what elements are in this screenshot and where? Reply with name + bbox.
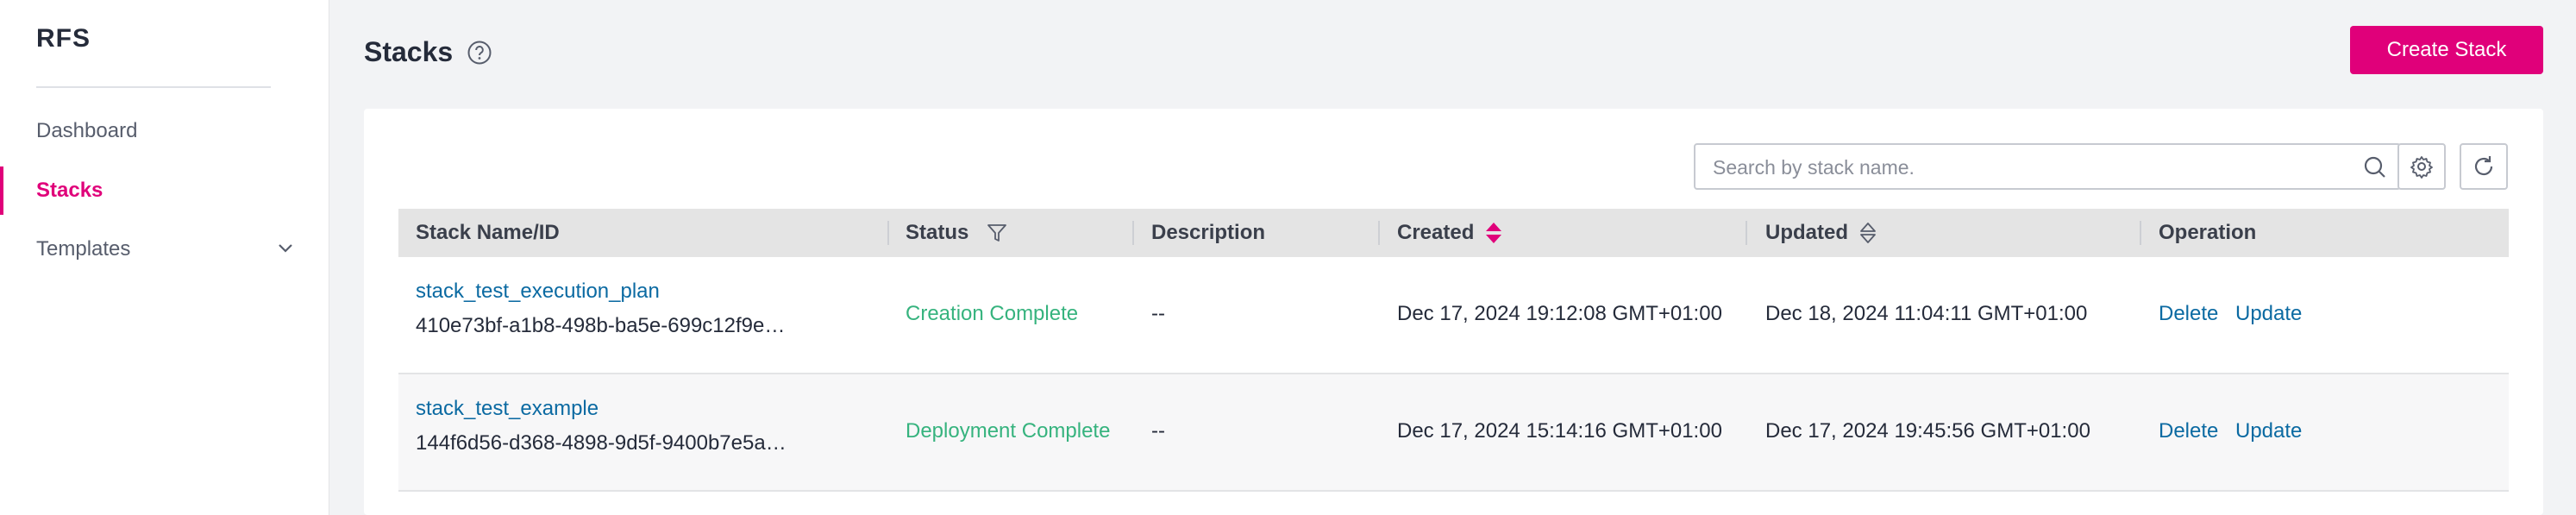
column-header-updated[interactable]: Updated <box>1765 209 1877 257</box>
column-separator <box>2140 221 2141 245</box>
stack-name-link[interactable]: stack_test_execution_plan <box>416 279 660 304</box>
description-text: -- <box>1151 419 1165 443</box>
help-icon[interactable] <box>467 40 492 66</box>
refresh-button[interactable] <box>2460 143 2508 190</box>
column-header-label: Status <box>906 221 969 244</box>
update-link[interactable]: Update <box>2235 302 2302 326</box>
column-header-status: Status <box>906 209 1008 257</box>
update-link[interactable]: Update <box>2235 419 2302 443</box>
column-header-created[interactable]: Created <box>1397 209 1503 257</box>
chevron-down-icon[interactable] <box>278 242 293 254</box>
table-row: stack_test_example 144f6d56-d368-4898-9d… <box>398 374 2509 492</box>
sidebar-item-label: Stacks <box>36 179 103 202</box>
sidebar-item-stacks[interactable]: Stacks <box>0 165 329 217</box>
description-text: -- <box>1151 302 1165 325</box>
sidebar-item-dashboard[interactable]: Dashboard <box>0 105 329 157</box>
sort-icon[interactable] <box>1484 221 1503 245</box>
created-time: Dec 17, 2024 19:12:08 GMT+01:00 <box>1397 302 1722 325</box>
status-text: Creation Complete <box>906 302 1079 325</box>
column-separator <box>1132 221 1134 245</box>
updated-time: Dec 17, 2024 19:45:56 GMT+01:00 <box>1765 419 2090 443</box>
column-header-label: Created <box>1397 221 1475 244</box>
divider <box>36 86 271 88</box>
sidebar: RFS Dashboard Stacks Templates <box>0 0 329 515</box>
create-stack-button[interactable]: Create Stack <box>2350 26 2543 74</box>
column-separator <box>887 221 889 245</box>
page-title: Stacks <box>364 36 454 67</box>
delete-link[interactable]: Delete <box>2159 419 2218 443</box>
stack-name-link[interactable]: stack_test_example <box>416 397 599 421</box>
column-header-label: Updated <box>1765 221 1848 244</box>
delete-link[interactable]: Delete <box>2159 302 2218 326</box>
brand-title: RFS <box>36 24 91 53</box>
updated-time: Dec 18, 2024 11:04:11 GMT+01:00 <box>1765 302 2088 325</box>
stack-id: 410e73bf-a1b8-498b-ba5e-699c12f9e… <box>416 314 786 337</box>
stacks-table: Stack Name/ID Status Description Created <box>398 209 2509 492</box>
sidebar-item-label: Templates <box>36 237 131 261</box>
column-separator <box>1746 221 1747 245</box>
sidebar-item-label: Dashboard <box>36 119 138 142</box>
column-separator <box>1378 221 1380 245</box>
sidebar-item-templates[interactable]: Templates <box>0 223 329 275</box>
stacks-panel: Stack Name/ID Status Description Created <box>364 109 2543 515</box>
gear-icon <box>2410 156 2433 179</box>
table-header: Stack Name/ID Status Description Created <box>398 209 2509 257</box>
search-icon[interactable] <box>2363 155 2387 179</box>
sort-icon[interactable] <box>1858 221 1877 245</box>
search-input[interactable] <box>1711 145 2353 190</box>
settings-button[interactable] <box>2397 143 2446 190</box>
filter-icon[interactable] <box>986 222 1008 244</box>
column-header-operation: Operation <box>2159 221 2257 244</box>
status-text: Deployment Complete <box>906 419 1111 443</box>
search-box[interactable] <box>1694 143 2401 190</box>
column-header-description: Description <box>1151 221 1266 244</box>
column-header-name: Stack Name/ID <box>416 221 560 244</box>
created-time: Dec 17, 2024 15:14:16 GMT+01:00 <box>1397 419 1722 443</box>
stack-id: 144f6d56-d368-4898-9d5f-9400b7e5a… <box>416 431 787 455</box>
table-row: stack_test_execution_plan 410e73bf-a1b8-… <box>398 257 2509 374</box>
refresh-icon <box>2474 156 2493 176</box>
